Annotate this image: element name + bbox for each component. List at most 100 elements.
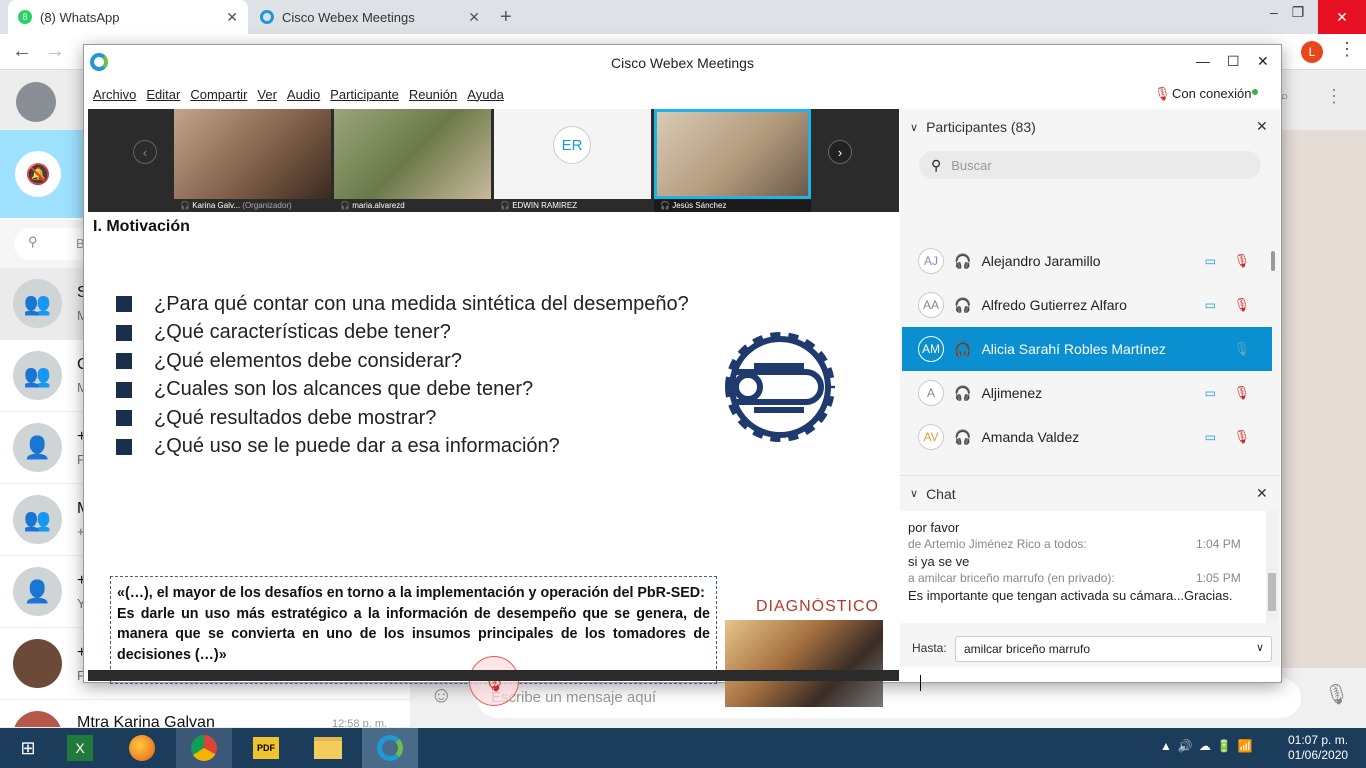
windows-start-icon[interactable]: ⊞ — [0, 728, 56, 768]
slide-footer-bar — [88, 670, 899, 681]
mic-muted-button[interactable]: 🎙︎ — [469, 656, 519, 706]
group-icon: 👥 — [13, 351, 62, 400]
whatsapp-icon: 8 — [18, 10, 32, 24]
recipient-select[interactable]: amilcar briceño marrufo ∨ — [955, 636, 1272, 662]
excel-icon[interactable]: X — [52, 728, 108, 768]
video-tile[interactable] — [334, 109, 491, 199]
chat-time: 12:58 p. m. — [332, 718, 388, 728]
browser-tab-bar: 8 (8) WhatsApp ✕ Cisco Webex Meetings ✕ … — [0, 0, 1366, 34]
video-icon[interactable]: ▭ — [1205, 298, 1216, 312]
emoji-icon[interactable]: ☺ — [430, 682, 452, 708]
video-icon[interactable]: ▭ — [1205, 430, 1216, 444]
chat-header[interactable]: ∨ Chat ✕ — [900, 475, 1280, 511]
participants-header[interactable]: ∨ Participantes (83) ✕ — [900, 109, 1280, 145]
bullet-square — [116, 381, 132, 398]
participant-avatar: AJ — [918, 248, 944, 274]
mic-muted-icon[interactable]: 🎙︎ — [1233, 297, 1250, 313]
clock-time: 01:07 p. m. — [1288, 733, 1349, 747]
chrome-icon[interactable] — [176, 728, 232, 768]
menu-archivo[interactable]: Archivo — [93, 87, 136, 102]
microphone-icon[interactable]: 🎙 — [1324, 682, 1349, 707]
chevron-left-icon[interactable]: ‹ — [133, 140, 157, 164]
menu-reunion[interactable]: Reunión — [409, 87, 457, 102]
participant-row[interactable]: AA 🎧 Alfredo Gutierrez Alfaro ▭ 🎙︎ — [902, 283, 1272, 327]
video-label: 🎧 EDWIN RAMIREZ — [500, 201, 578, 210]
minimize-icon[interactable]: — — [1196, 53, 1210, 69]
menu-icon[interactable]: ⋮ — [1325, 86, 1343, 107]
participant-name: Alicia Sarahí Robles Martínez — [981, 341, 1166, 357]
clock[interactable]: 01:07 p. m. 01/06/2020 — [1288, 733, 1348, 763]
headset-icon: 🎧 — [954, 384, 972, 401]
mic-muted-icon[interactable]: 🎙︎ — [1233, 253, 1250, 269]
close-icon[interactable]: ✕ — [226, 9, 238, 26]
menu-editar[interactable]: Editar — [146, 87, 180, 102]
menu-audio[interactable]: Audio — [287, 87, 320, 102]
new-tab-icon[interactable]: + — [500, 6, 512, 29]
headset-icon: 🎧 — [954, 428, 972, 445]
bullet-square — [116, 438, 132, 455]
video-label: 🎧 Jesús Sánchez — [654, 199, 811, 212]
video-tile[interactable]: ER — [494, 109, 651, 199]
chat-scrollbar[interactable] — [1266, 511, 1278, 623]
recipient-value: amilcar briceño marrufo — [964, 642, 1091, 656]
headset-icon: 🎧 — [954, 340, 972, 357]
video-tile[interactable] — [174, 109, 331, 199]
self-view-video[interactable] — [725, 620, 883, 707]
participant-avatar: AV — [918, 424, 944, 450]
participant-row[interactable]: AV 🎧 Amanda Valdez ▭ 🎙︎ — [902, 415, 1272, 459]
chat-input[interactable] — [900, 667, 1280, 691]
tab-webex[interactable]: Cisco Webex Meetings ✕ — [250, 0, 490, 34]
forward-icon[interactable]: → — [45, 40, 65, 63]
close-icon[interactable]: ✕ — [1256, 118, 1268, 135]
chevron-right-icon[interactable]: › — [828, 140, 852, 164]
chat-item[interactable]: Mtra Karina Galvan 12:58 p. m. — [0, 700, 410, 728]
system-tray-icons[interactable]: ▲🔊☁🔋📶 — [1160, 739, 1259, 753]
side-panel: ∨ Participantes (83) ✕ ⚲ Buscar AJ 🎧 Ale… — [900, 109, 1280, 691]
scrollbar[interactable] — [1271, 251, 1275, 271]
diagnostico-logo: DIAGNÓSTICO — [755, 598, 879, 615]
firefox-icon[interactable] — [114, 728, 170, 768]
close-icon[interactable]: ✕ — [1257, 53, 1269, 70]
video-label: 🎧 Karina Galv... (Organizador) — [180, 201, 292, 210]
avatar[interactable] — [16, 82, 56, 122]
mic-muted-icon[interactable]: 🎙︎ — [1233, 429, 1250, 445]
webex-taskbar-icon[interactable] — [362, 728, 418, 768]
menu-icon[interactable]: ⋮ — [1338, 39, 1356, 60]
menu-ayuda[interactable]: Ayuda — [467, 87, 504, 102]
close-icon[interactable]: ✕ — [1256, 485, 1268, 502]
video-tile-active-speaker[interactable] — [654, 109, 811, 199]
maximize-icon[interactable]: ☐ — [1227, 53, 1240, 70]
participant-name: Alfredo Gutierrez Alfaro — [981, 297, 1127, 313]
avatar — [13, 639, 62, 688]
participant-row[interactable]: AJ 🎧 Alejandro Jaramillo ▭ 🎙︎ — [902, 239, 1272, 283]
participant-row[interactable]: A 🎧 Aljimenez ▭ 🎙︎ — [902, 371, 1272, 415]
quote-text: «(…), el mayor de los desafíos en torno … — [117, 585, 705, 601]
webex-icon — [260, 10, 274, 24]
mic-muted-icon[interactable]: 🎙︎ — [1233, 385, 1250, 401]
video-icon[interactable]: ▭ — [1205, 254, 1216, 268]
window-close-button[interactable]: ✕ — [1318, 0, 1366, 34]
message-input[interactable]: Escribe un mensaje aquí — [477, 678, 1301, 718]
chat-messages: por favor de Artemio Jiménez Rico a todo… — [900, 511, 1266, 623]
video-icon[interactable]: ▭ — [1205, 386, 1216, 400]
connection-status: Con conexión — [1172, 86, 1252, 101]
participant-row-selected[interactable]: AM 🎧 Alicia Sarahí Robles Martínez 🎙︎ — [902, 327, 1272, 371]
bullet-text: ¿Qué características debe tener? — [154, 321, 451, 344]
pdf-icon[interactable]: PDF — [238, 728, 294, 768]
profile-avatar[interactable]: L — [1301, 41, 1323, 63]
mic-muted-icon[interactable]: 🎙︎ — [1233, 341, 1250, 357]
window-controls[interactable]: –❐ — [1270, 4, 1318, 21]
menu-compartir[interactable]: Compartir — [190, 87, 247, 102]
tab-whatsapp[interactable]: 8 (8) WhatsApp ✕ — [8, 0, 248, 34]
list-item: ¿Qué elementos debe considerar? — [116, 347, 756, 376]
file-explorer-icon[interactable] — [300, 728, 356, 768]
gear-wrench-icon — [725, 332, 835, 442]
back-icon[interactable]: ← — [12, 40, 32, 63]
search-placeholder: Buscar — [951, 157, 992, 173]
chat-time: 1:04 PM — [1196, 537, 1241, 551]
menu-ver[interactable]: Ver — [257, 87, 277, 102]
menu-participante[interactable]: Participante — [330, 87, 399, 102]
close-icon[interactable]: ✕ — [468, 9, 480, 26]
participant-search-input[interactable]: ⚲ Buscar — [919, 151, 1261, 179]
chat-sender: a amilcar briceño marrufo (en privado): — [908, 571, 1115, 585]
